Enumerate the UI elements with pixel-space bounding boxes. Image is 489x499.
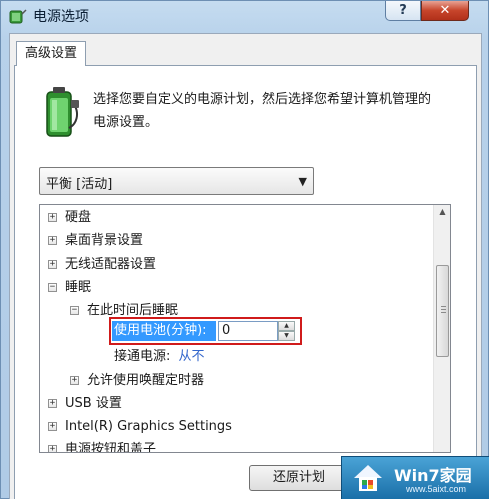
tree-item-usb-settings[interactable]: + USB 设置 [48,393,122,415]
scroll-up-icon[interactable]: ▲ [437,207,448,218]
tree-item-label: 桌面背景设置 [65,233,144,248]
tree-item-harddisk[interactable]: + 硬盘 [48,207,91,229]
tree-item-label: 允许使用唤醒定时器 [87,373,205,388]
watermark-url: www.5aixt.com [406,484,467,494]
collapse-icon[interactable]: − [70,306,79,315]
plugged-in-value-link[interactable]: 从不 [179,349,205,364]
tree-item-label: 硬盘 [65,210,92,225]
restore-plan-button[interactable]: 还原计划 [249,465,349,491]
tree-item-plugged-in[interactable]: 接通电源: 从不 [114,346,205,368]
tree-scrollbar[interactable]: ▲ [433,205,450,452]
expand-icon[interactable]: + [48,399,57,408]
expand-icon[interactable]: + [48,260,57,269]
window-title: 电源选项 [33,9,89,25]
highlight-box [109,317,302,345]
expand-icon[interactable]: + [48,236,57,245]
expand-icon[interactable]: + [48,445,57,452]
power-options-window: 电源选项 ? ✕ 高级设置 选择您要自定义的电源计划，然后选择您希望计算机管理的… [0,0,489,499]
grip-line [441,306,446,307]
expand-icon[interactable]: + [70,376,79,385]
grip-line [441,309,446,310]
grip-line [441,312,446,313]
help-button[interactable]: ? [385,1,421,21]
chevron-down-icon: ▼ [298,175,307,188]
tree-item-sleep[interactable]: − 睡眠 [48,277,91,299]
scrollbar-thumb[interactable] [436,265,449,357]
tree-item-intel-graphics[interactable]: + Intel(R) Graphics Settings [48,416,232,438]
description-text: 选择您要自定义的电源计划，然后选择您希望计算机管理的电源设置。 [93,92,432,130]
tab-advanced-settings[interactable]: 高级设置 [16,41,86,66]
expand-icon[interactable]: + [48,213,57,222]
site-watermark: Win7家园 www.5aixt.com [341,456,489,499]
tree-item-label: 睡眠 [65,280,92,295]
tree-item-label: Intel(R) Graphics Settings [65,419,232,434]
tree-item-desktop-background[interactable]: + 桌面背景设置 [48,230,143,252]
tree-item-label: 无线适配器设置 [65,257,157,272]
watermark-title: Win7家园 [394,466,472,485]
close-button[interactable]: ✕ [421,1,469,21]
house-logo-icon [354,465,382,491]
settings-tree[interactable]: + 硬盘 + 桌面背景设置 + 无线适配器设置 − 睡眠 − 在此时间后睡眠 使用电池(分… [39,204,451,453]
tree-item-label: 接通电源: [114,349,171,364]
title-bar[interactable]: 电源选项 ? ✕ [1,1,488,31]
power-plan-value: 平衡 [活动] [46,177,113,192]
expand-icon[interactable]: + [48,422,57,431]
tree-item-label: 在此时间后睡眠 [87,303,179,318]
tree-item-power-buttons-lid[interactable]: + 电源按钮和盖子 [48,439,157,453]
power-plan-dropdown[interactable]: 平衡 [活动] ▼ [39,167,314,195]
tree-item-label: 电源按钮和盖子 [65,442,157,453]
tree-item-wireless-adapter[interactable]: + 无线适配器设置 [48,254,156,276]
power-options-icon [9,9,27,24]
tree-item-label: USB 设置 [65,396,122,411]
tree-item-wake-timers[interactable]: + 允许使用唤醒定时器 [70,370,204,392]
collapse-icon[interactable]: − [48,283,57,292]
battery-plug-icon [46,87,79,137]
